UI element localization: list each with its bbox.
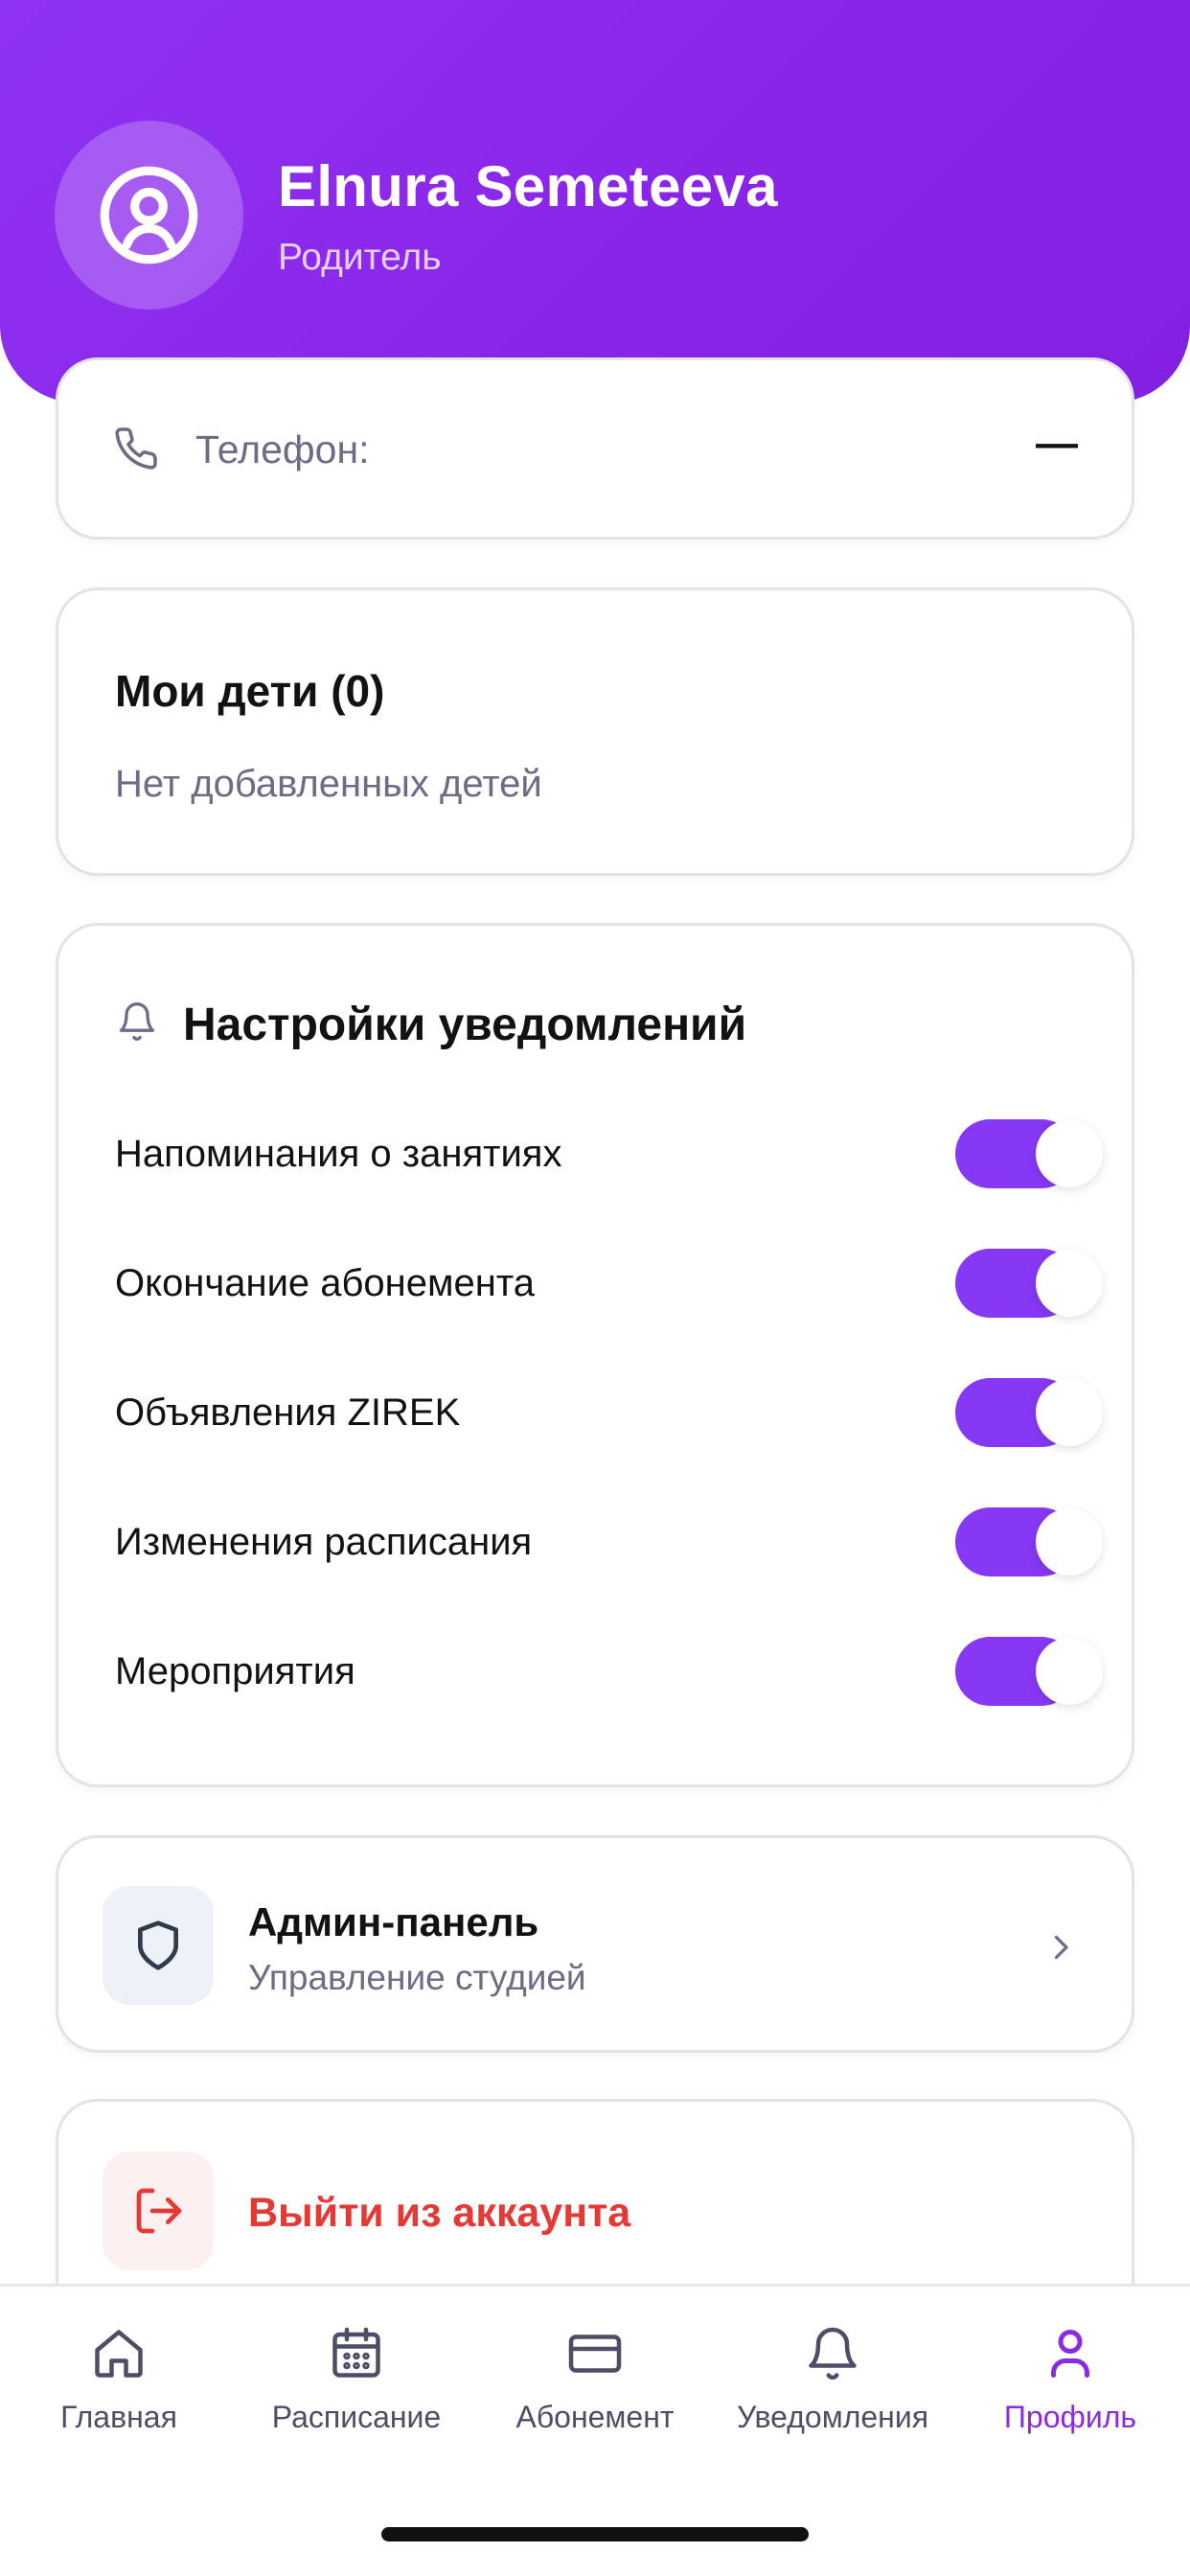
toggle-knob — [1036, 1250, 1103, 1317]
notification-label: Объявления ZIREK — [115, 1392, 461, 1434]
kids-empty-text: Нет добавленных детей — [115, 763, 542, 805]
user-role: Родитель — [278, 237, 442, 278]
card-icon — [568, 2334, 622, 2373]
home-icon — [95, 2330, 143, 2378]
toggle-switch[interactable] — [955, 1637, 1103, 1706]
toggle-knob — [1036, 1379, 1103, 1446]
nav-subscription[interactable]: Абонемент — [485, 2325, 705, 2434]
notification-row-subscription-end: Окончание абонемента — [58, 1245, 1132, 1322]
nav-schedule-label: Расписание — [271, 2400, 442, 2434]
home-indicator — [381, 2527, 809, 2542]
toggle-switch[interactable] — [955, 1378, 1103, 1447]
phone-card: Телефон: — — [56, 357, 1134, 540]
nav-profile-label: Профиль — [1003, 2400, 1137, 2434]
admin-icon-box — [103, 1886, 214, 2005]
logout-label: Выйти из аккаунта — [248, 2190, 631, 2236]
toggle-switch[interactable] — [955, 1507, 1103, 1576]
toggle-switch[interactable] — [955, 1249, 1103, 1318]
nav-schedule[interactable]: Расписание — [246, 2325, 467, 2434]
user-circle-icon — [100, 166, 198, 264]
notification-label: Мероприятия — [115, 1650, 355, 1692]
bell-icon — [809, 2327, 857, 2380]
phone-value: — — [1036, 420, 1078, 467]
nav-subscription-label: Абонемент — [515, 2400, 675, 2434]
logout-icon — [136, 2188, 182, 2234]
admin-panel-button[interactable]: Админ-панель Управление студией — [56, 1835, 1134, 2053]
notification-label: Изменения расписания — [115, 1521, 533, 1563]
calendar-icon — [332, 2327, 380, 2378]
nav-home-label: Главная — [60, 2400, 177, 2434]
nav-notifications[interactable]: Уведомления — [722, 2325, 943, 2434]
profile-header: Elnura Semeteeva Родитель — [0, 0, 1190, 402]
notification-settings-title: Настройки уведомлений — [183, 1000, 747, 1050]
phone-label: Телефон: — [195, 427, 370, 472]
phone-icon — [115, 427, 157, 470]
bell-icon — [119, 1002, 155, 1041]
toggle-knob — [1036, 1120, 1103, 1187]
notification-label: Окончание абонемента — [115, 1262, 535, 1304]
admin-title: Админ-панель — [248, 1899, 539, 1944]
notification-label: Напоминания о занятиях — [115, 1133, 562, 1175]
notification-row-announcements: Объявления ZIREK — [58, 1374, 1132, 1451]
chevron-right-icon — [1054, 1935, 1068, 1960]
toggle-switch[interactable] — [955, 1119, 1103, 1188]
toggle-knob — [1036, 1508, 1103, 1576]
nav-profile[interactable]: Профиль — [960, 2325, 1180, 2434]
shield-icon — [138, 1920, 179, 1970]
notification-row-lessons: Напоминания о занятиях — [58, 1116, 1132, 1192]
my-kids-card: Мои дети (0) Нет добавленных детей — [56, 587, 1134, 876]
logout-icon-box — [103, 2151, 214, 2270]
nav-notifications-label: Уведомления — [736, 2400, 929, 2434]
notification-row-events: Мероприятия — [58, 1633, 1132, 1710]
user-name: Elnura Semeteeva — [278, 154, 778, 218]
nav-home[interactable]: Главная — [9, 2325, 229, 2434]
notification-row-schedule-changes: Изменения расписания — [58, 1504, 1132, 1580]
avatar[interactable] — [55, 121, 243, 310]
notification-settings-card: Настройки уведомлений Напоминания о заня… — [56, 923, 1134, 1787]
toggle-knob — [1036, 1638, 1103, 1705]
kids-title: Мои дети (0) — [115, 666, 385, 716]
admin-subtitle: Управление студией — [248, 1958, 586, 1997]
user-icon — [1051, 2330, 1089, 2378]
